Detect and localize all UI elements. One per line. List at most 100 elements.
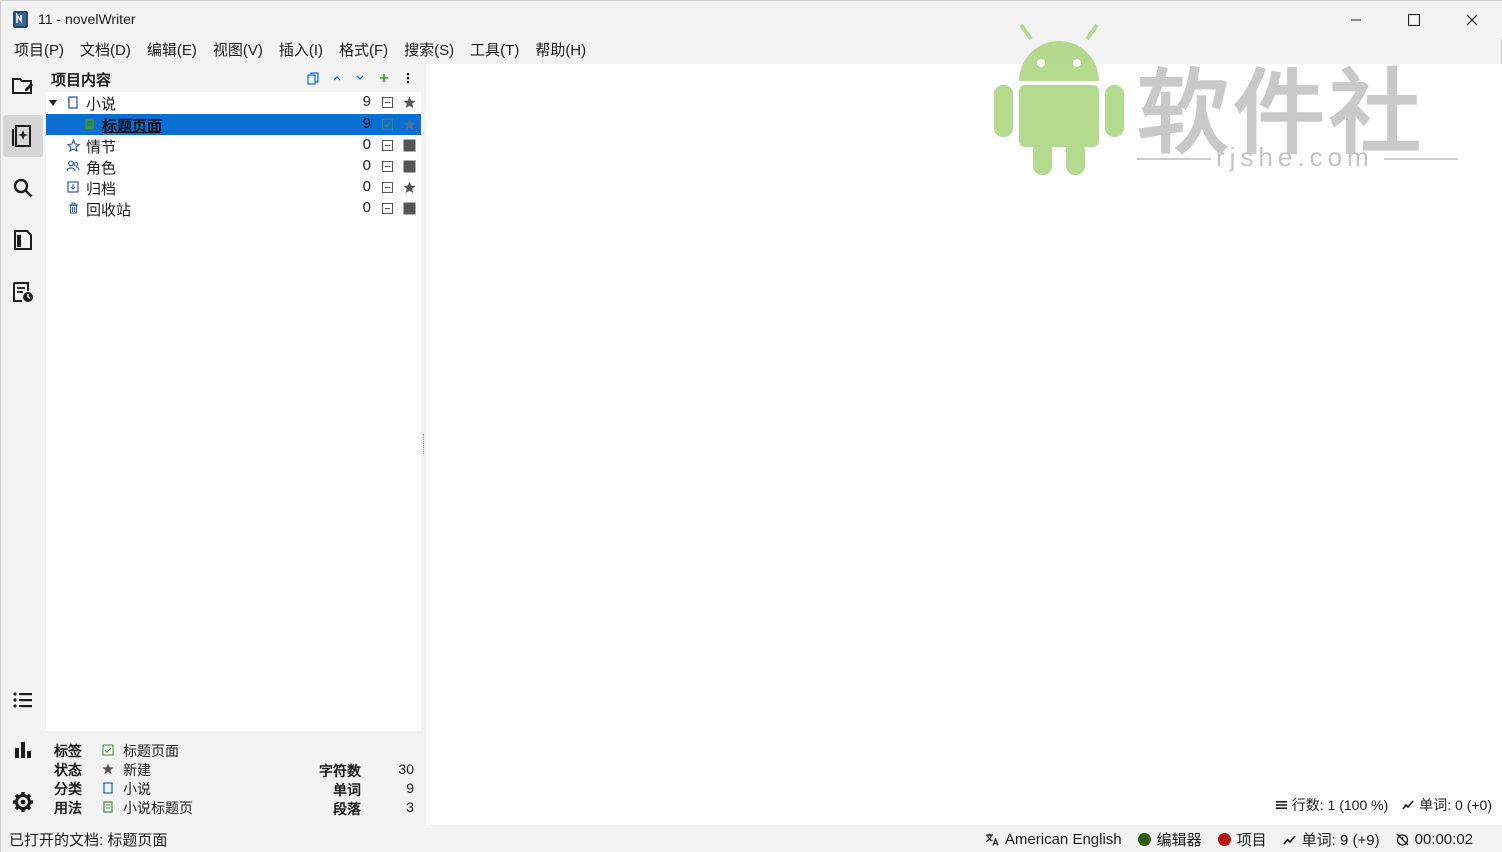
status-square-icon	[403, 160, 416, 173]
editor-status: 编辑器	[1137, 829, 1202, 850]
line-count-text: 行数: 1 (100 %)	[1291, 797, 1389, 813]
session-timer[interactable]: 00:00:02	[1396, 831, 1473, 848]
minimize-icon	[1351, 19, 1361, 21]
class-value: 小说	[123, 781, 151, 797]
maximize-icon	[1408, 14, 1420, 26]
tree-item-label: 标题页面	[102, 118, 163, 135]
outline-icon	[14, 230, 32, 250]
open-document-status: 已打开的文档: 标题页面	[9, 832, 168, 849]
language-status[interactable]: American English	[985, 831, 1122, 848]
search-button[interactable]	[3, 167, 43, 209]
outline-button[interactable]	[3, 219, 43, 261]
close-button[interactable]	[1443, 1, 1501, 39]
active-toggle-icon[interactable]	[382, 97, 393, 108]
menu-edit[interactable]: 编辑(E)	[139, 40, 205, 62]
minimize-button[interactable]	[1327, 1, 1385, 39]
item-details-panel: 标签 标题页面 状态 新建 分类 小说 用法 小说标题页 字符数 30 单词 9…	[46, 735, 421, 825]
menu-format[interactable]: 格式(F)	[331, 40, 396, 62]
chevron-down-icon	[356, 75, 364, 80]
more-vertical-icon	[406, 72, 410, 84]
tree-item-characters[interactable]: 角色 0	[46, 156, 421, 177]
active-toggle-icon[interactable]	[382, 203, 393, 214]
menu-help[interactable]: 帮助(H)	[527, 40, 594, 62]
status-star-icon	[403, 96, 416, 108]
tree-item-title-page[interactable]: 标题页面 9	[46, 114, 421, 135]
editor-status-dot-icon	[1137, 833, 1151, 846]
search-icon	[13, 178, 33, 198]
tree-item-label: 角色	[86, 160, 117, 177]
close-icon	[1466, 14, 1478, 26]
editor-footer: 行数: 1 (100 %) 单词: 0 (+0)	[1275, 795, 1492, 815]
tag-value: 标题页面	[123, 743, 179, 759]
plot-icon	[66, 138, 80, 152]
splitter-handle[interactable]	[423, 434, 424, 454]
word-count: 0	[362, 178, 371, 195]
project-status-dot-icon	[1217, 833, 1231, 846]
project-tree-button[interactable]	[3, 65, 43, 107]
word-count: 9	[362, 93, 371, 110]
project-panel-title: 项目内容	[51, 72, 112, 89]
active-toggle-icon[interactable]	[382, 140, 393, 151]
add-item-button[interactable]	[375, 69, 393, 87]
manuscript-icon	[13, 282, 33, 302]
quick-links-button[interactable]	[304, 69, 322, 87]
copy-icon	[307, 71, 319, 85]
manuscript-button[interactable]	[3, 271, 43, 313]
tree-item-plot[interactable]: 情节 0	[46, 135, 421, 156]
settings-icon	[13, 792, 33, 812]
status-star-icon	[403, 118, 416, 130]
menu-search[interactable]: 搜索(S)	[396, 40, 462, 62]
word-count-label: 单词	[333, 782, 361, 798]
expand-arrow-icon[interactable]	[48, 98, 58, 108]
status-bar: 已打开的文档: 标题页面 American English 编辑器 项目 单词:…	[1, 825, 1502, 852]
stats-icon	[15, 742, 31, 758]
usage-label: 用法	[54, 800, 82, 816]
maximize-button[interactable]	[1385, 1, 1443, 39]
editor-word-count: 单词: 0 (+0)	[1402, 795, 1492, 815]
status-square-icon	[403, 202, 416, 215]
status-square-icon	[403, 139, 416, 152]
word-count: 0	[362, 157, 371, 174]
app-logo-icon	[13, 11, 28, 28]
status-star-icon	[403, 181, 416, 193]
active-toggle-icon[interactable]	[382, 161, 393, 172]
watermark-line-left	[1137, 158, 1211, 160]
active-checkbox-icon[interactable]	[382, 119, 393, 130]
tree-item-label: 归档	[86, 181, 117, 198]
word-count-value: 9	[406, 780, 414, 796]
menu-project[interactable]: 项目(P)	[6, 40, 72, 62]
stats-button[interactable]	[3, 729, 43, 771]
window-title: 11 - novelWriter	[38, 11, 136, 27]
document-icon	[82, 117, 96, 131]
project-status: 项目	[1217, 829, 1267, 850]
paragraph-count-value: 3	[406, 799, 414, 815]
novel-icon	[103, 782, 113, 794]
menu-document[interactable]: 文档(D)	[72, 40, 139, 62]
novel-tree-button[interactable]	[3, 115, 43, 157]
menu-insert[interactable]: 插入(I)	[271, 40, 331, 62]
paragraph-count-label: 段落	[333, 801, 361, 817]
tree-item-novel[interactable]: 小说 9	[46, 92, 421, 113]
settings-button[interactable]	[3, 781, 43, 823]
tree-item-archive[interactable]: 归档 0	[46, 177, 421, 198]
plus-icon	[380, 74, 388, 82]
move-down-button[interactable]	[351, 69, 369, 87]
word-count: 9	[362, 115, 371, 132]
language-text: American English	[1004, 831, 1122, 848]
word-count: 0	[362, 199, 371, 216]
tree-item-trash[interactable]: 回收站 0	[46, 198, 421, 219]
timer-off-icon	[1396, 833, 1409, 846]
android-watermark-icon	[994, 23, 1124, 175]
menu-tools[interactable]: 工具(T)	[462, 40, 527, 62]
status-label: 状态	[54, 762, 82, 778]
move-up-button[interactable]	[328, 69, 346, 87]
project-tree-icon	[12, 78, 33, 94]
outline-list-button[interactable]	[3, 679, 43, 721]
more-options-button[interactable]	[399, 69, 417, 87]
active-toggle-icon[interactable]	[382, 182, 393, 193]
session-timer-text: 00:00:02	[1414, 831, 1473, 848]
document-editor[interactable]: 行数: 1 (100 %) 单词: 0 (+0)	[426, 64, 1502, 825]
project-tree-panel: 项目内容 小说 9 标题页面 9 情节 0 角色 0 归档 0 回收站 0	[46, 64, 421, 731]
session-word-count-text: 单词: 9 (+9)	[1301, 832, 1380, 849]
menu-view[interactable]: 视图(V)	[205, 40, 271, 62]
